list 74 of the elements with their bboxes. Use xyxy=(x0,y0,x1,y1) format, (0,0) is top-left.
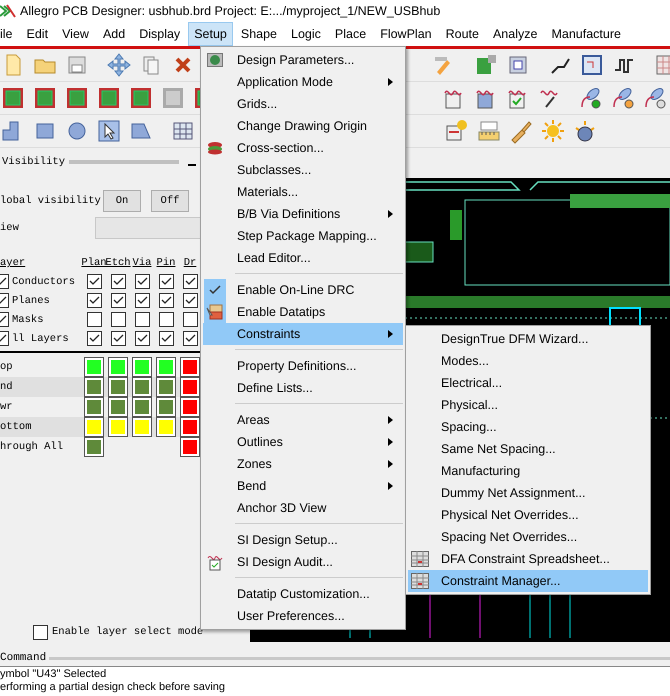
layer-name: wr xyxy=(0,401,13,413)
panel-title: Visibility xyxy=(2,156,66,168)
menu-item[interactable]: DFA Constraint Spreadsheet... xyxy=(408,548,648,570)
menu-item[interactable]: Anchor 3D View xyxy=(203,497,403,519)
column-header: ayer xyxy=(0,257,26,269)
visibility-button[interactable]: Off xyxy=(151,190,189,212)
menu-item[interactable]: Grids... xyxy=(203,93,403,115)
layer-class-label: Masks xyxy=(12,314,44,326)
menu-bar-item[interactable]: Shape xyxy=(234,22,284,46)
menu-item[interactable]: Physical... xyxy=(408,394,648,416)
menu-item[interactable]: Zones xyxy=(203,453,403,475)
command-title: Command xyxy=(0,652,46,664)
view-label: iew xyxy=(0,222,19,234)
menu-item[interactable]: User Preferences... xyxy=(203,605,403,627)
menu-item[interactable]: SI Design Audit... xyxy=(203,551,403,573)
menu-item[interactable]: Constraints xyxy=(203,323,403,345)
menu-bar-item[interactable]: Add xyxy=(96,22,132,46)
menu-item[interactable]: Property Definitions... xyxy=(203,355,403,377)
layer-name: hrough All xyxy=(0,441,64,453)
menu-bar-item[interactable]: ile xyxy=(0,22,19,46)
menu-item[interactable]: Cross-section... xyxy=(203,137,403,159)
menu-bar-item[interactable]: Setup xyxy=(188,22,233,46)
menu-item[interactable]: DesignTrue DFM Wizard... xyxy=(408,328,648,350)
menu-item[interactable]: Design Parameters... xyxy=(203,49,403,71)
menu-item[interactable]: Outlines xyxy=(203,431,403,453)
menu-bar-item[interactable]: Analyze xyxy=(486,22,544,46)
column-header: Plan xyxy=(81,257,107,269)
menu-item[interactable]: Spacing... xyxy=(408,416,648,438)
window-title: Allegro PCB Designer: usbhub.brd Project: E:.../myproject_1/NEW_USBhub xyxy=(20,4,440,18)
menu-item[interactable]: Manufacturing xyxy=(408,460,648,482)
console-line: ymbol "U43" Selected xyxy=(0,668,106,680)
menu-item[interactable]: Application Mode xyxy=(203,71,403,93)
menu-bar-item[interactable]: Route xyxy=(440,22,485,46)
column-header: Etch xyxy=(105,257,131,269)
menu-bar-item[interactable]: Display xyxy=(133,22,186,46)
menu-item[interactable]: Bend xyxy=(203,475,403,497)
menu-bar-item[interactable]: Place xyxy=(328,22,372,46)
menu-item[interactable]: Same Net Spacing... xyxy=(408,438,648,460)
menu-item[interactable]: Subclasses... xyxy=(203,159,403,181)
menu-item[interactable]: Change Drawing Origin xyxy=(203,115,403,137)
menu-item[interactable]: Constraint Manager... xyxy=(408,570,648,592)
menu-item[interactable]: Step Package Mapping... xyxy=(203,225,403,247)
menu-item[interactable]: Enable Datatips xyxy=(203,301,403,323)
menu-bar-item[interactable]: Logic xyxy=(285,22,327,46)
layer-name: ottom xyxy=(0,421,32,433)
console-line: erforming a partial design check before saving xyxy=(0,681,226,693)
menu-item[interactable]: Areas xyxy=(203,409,403,431)
menu-item[interactable]: Datatip Customization... xyxy=(203,583,403,605)
column-header: Pin xyxy=(156,257,176,269)
column-header: Via xyxy=(132,257,152,269)
menu-bar-item[interactable]: Edit xyxy=(20,22,54,46)
menu-item[interactable]: Modes... xyxy=(408,350,648,372)
layer-name: nd xyxy=(0,381,13,393)
menu-item[interactable]: Spacing Net Overrides... xyxy=(408,526,648,548)
layer-class-label: Conductors xyxy=(12,276,76,288)
layer-class-label: Planes xyxy=(12,294,50,306)
menu-item[interactable]: Define Lists... xyxy=(203,377,403,399)
menu-item[interactable]: Dummy Net Assignment... xyxy=(408,482,648,504)
layer-name: op xyxy=(0,361,13,373)
menu-item[interactable]: B/B Via Definitions xyxy=(203,203,403,225)
column-header: Dr xyxy=(184,257,196,269)
menu-item[interactable]: Materials... xyxy=(203,181,403,203)
menu-bar-item[interactable]: View xyxy=(56,22,95,46)
menu-bar-item[interactable]: FlowPlan xyxy=(374,22,438,46)
menu-item[interactable]: SI Design Setup... xyxy=(203,529,403,551)
checkbox-label: Enable layer select mode xyxy=(52,626,204,638)
layer-class-label: ll Layers xyxy=(12,332,69,344)
menu-bar-item[interactable]: Manufacture xyxy=(545,22,627,46)
menu-item[interactable]: Physical Net Overrides... xyxy=(408,504,648,526)
menu-item[interactable]: Lead Editor... xyxy=(203,247,403,269)
global-visibility-label: lobal visibility xyxy=(0,195,100,207)
visibility-button[interactable]: On xyxy=(103,190,141,212)
menu-item[interactable]: Electrical... xyxy=(408,372,648,394)
menu-item[interactable]: Enable On-Line DRC xyxy=(203,279,403,301)
